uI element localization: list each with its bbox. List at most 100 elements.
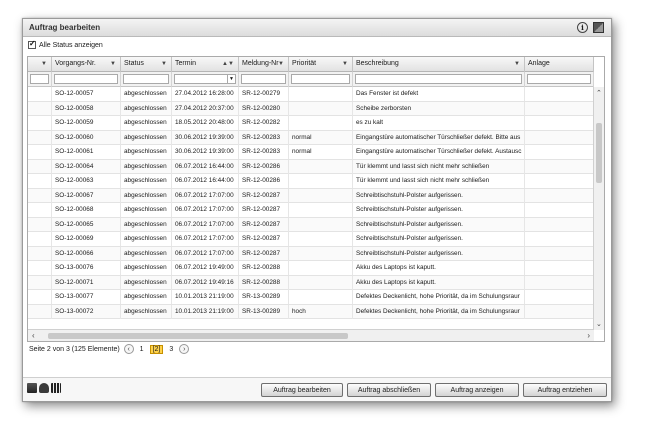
table-row[interactable]: SO-12-00067 abgeschlossen 06.07.2012 17:07… [28,188,594,203]
all-status-filter[interactable]: Alle Status anzeigen [28,39,103,49]
table-row[interactable]: SO-12-00057 abgeschlossen 27.04.2012 16:28… [28,87,594,102]
table-row[interactable]: SO-12-00065 abgeschlossen 06.07.2012 17:07… [28,217,594,232]
cell-col-vorgangs-nr: SO-13-00076 [52,261,121,275]
show-order-button[interactable]: Auftrag anzeigen [435,383,519,397]
column-menu-icon[interactable]: ▼ [41,61,47,67]
horizontal-scroll-thumb[interactable] [48,333,348,339]
cell-col-select [28,203,52,217]
filter-input-col-status[interactable] [123,74,169,84]
cell-col-meldung-nr: SR-13-00289 [239,304,289,319]
header-col-meldung-nr[interactable]: Meldung-Nr ▼ [239,57,289,72]
table-row[interactable]: SO-12-00069 abgeschlossen 06.07.2012 17:07… [28,232,594,247]
header-label: Status [124,60,144,67]
table-row[interactable]: SO-12-00059 abgeschlossen 18.05.2012 20:48… [28,116,594,131]
column-menu-icon[interactable]: ▼ [161,61,167,67]
cell-col-anlage [525,188,594,203]
table-row[interactable]: SO-13-00072 abgeschlossen 10.01.2013 21:19… [28,304,594,319]
filter-input-col-termin[interactable]: ▼ [174,74,236,84]
cell-col-prioritaet [289,174,353,188]
table-row[interactable]: SO-12-00058 abgeschlossen 27.04.2012 20:37… [28,101,594,116]
cell-col-status: abgeschlossen [121,232,172,246]
filter-input-col-beschreibung[interactable] [355,74,522,84]
column-menu-icon[interactable]: ▼ [278,61,284,67]
filter-cell: ▼ [172,72,239,87]
bottom-toolbar: Auftrag bearbeiten Auftrag abschließen A… [23,377,611,401]
header-col-prioritaet[interactable]: Priorität ▼ [289,57,353,72]
withdraw-order-button[interactable]: Auftrag entziehen [523,383,607,397]
column-menu-icon[interactable]: ▼ [514,61,520,67]
cell-col-status: abgeschlossen [121,101,172,116]
filter-cell [28,72,52,87]
date-dropdown-icon[interactable]: ▼ [227,75,235,83]
column-menu-icon[interactable]: ▼ [228,61,234,67]
resize-icon[interactable] [593,22,604,33]
close-order-button[interactable]: Auftrag abschließen [347,383,431,397]
table-row[interactable]: SO-12-00060 abgeschlossen 30.06.2012 19:39… [28,130,594,145]
scroll-left-icon[interactable]: ‹ [32,331,35,340]
edit-order-button[interactable]: Auftrag bearbeiten [261,383,343,397]
cell-col-beschreibung: Schreibtischstuhl-Polster aufgerissen. [353,246,525,261]
cell-col-select [28,275,52,290]
cell-col-beschreibung: Eingangstüre automatischer Türschließer … [353,130,525,145]
export-icon[interactable] [27,383,37,393]
table-row[interactable]: SO-12-00063 abgeschlossen 06.07.2012 16:44… [28,174,594,189]
page-1[interactable]: 1 [138,346,146,353]
window-title: Auftrag bearbeiten [29,23,101,32]
columns-icon[interactable] [51,383,61,393]
scroll-up-icon[interactable]: ⌃ [596,89,602,97]
cell-col-select [28,101,52,116]
table-row[interactable]: SO-12-00068 abgeschlossen 06.07.2012 17:07… [28,203,594,218]
filter-input-col-vorgangs-nr[interactable] [54,74,118,84]
table-row[interactable]: SO-13-00077 abgeschlossen 10.01.2013 21:19… [28,290,594,305]
vertical-scroll-thumb[interactable] [596,123,602,183]
next-page-icon[interactable]: › [179,344,190,354]
cell-col-select [28,232,52,246]
prev-page-icon[interactable]: ‹ [123,344,134,354]
cell-col-termin: 27.04.2012 16:28:00 [172,87,239,101]
cell-col-prioritaet [289,101,353,116]
header-label: Meldung-Nr [242,60,279,67]
scroll-down-icon[interactable]: ⌄ [596,320,602,328]
table-row[interactable]: SO-13-00076 abgeschlossen 06.07.2012 19:49… [28,261,594,276]
cell-col-beschreibung: Schreibtischstuhl-Polster aufgerissen. [353,232,525,246]
page-2-current[interactable]: [2] [149,344,164,354]
cell-col-select [28,261,52,275]
table-row[interactable]: SO-12-00064 abgeschlossen 06.07.2012 16:44… [28,159,594,174]
table-row[interactable]: SO-12-00061 abgeschlossen 30.06.2012 19:39… [28,145,594,160]
cell-col-status: abgeschlossen [121,145,172,159]
cell-col-select [28,130,52,145]
cell-col-prioritaet [289,116,353,130]
info-icon[interactable]: i [577,22,588,33]
filter-input-col-meldung-nr[interactable] [241,74,286,84]
scroll-right-icon[interactable]: › [587,331,590,340]
title-bar: Auftrag bearbeiten i [23,19,611,37]
header-label: Vorgangs-Nr. [55,60,96,67]
filter-input-col-select[interactable] [30,74,49,84]
column-menu-icon[interactable]: ▼ [342,61,348,67]
print-icon[interactable] [39,383,49,393]
dialog-window: Auftrag bearbeiten i Alle Status anzeige… [22,18,612,402]
header-col-select[interactable]: ▼ [28,57,52,72]
header-col-vorgangs-nr[interactable]: Vorgangs-Nr. ▼ [52,57,121,72]
filter-input-col-prioritaet[interactable] [291,74,350,84]
table-row[interactable]: SO-12-00071 abgeschlossen 06.07.2012 19:49… [28,275,594,290]
cell-col-select [28,145,52,159]
all-status-checkbox[interactable] [28,39,36,49]
cell-col-vorgangs-nr: SO-12-00059 [52,116,121,130]
table-row[interactable]: SO-12-00066 abgeschlossen 06.07.2012 17:07… [28,246,594,261]
filter-input-col-anlage[interactable] [527,74,591,84]
header-col-beschreibung[interactable]: Beschreibung ▼ [353,57,525,72]
header-col-anlage[interactable]: Anlage [525,57,594,72]
cell-col-termin: 18.05.2012 20:48:00 [172,116,239,130]
cell-col-beschreibung: Defektes Deckenlicht, hohe Priorität, da… [353,290,525,304]
column-menu-icon[interactable]: ▼ [110,61,116,67]
cell-col-select [28,217,52,232]
cell-col-beschreibung: Akku des Laptops ist kaputt. [353,261,525,275]
page-3[interactable]: 3 [167,346,175,353]
cell-col-status: abgeschlossen [121,116,172,130]
vertical-scrollbar[interactable]: ⌃ ⌄ [593,87,604,330]
cell-col-termin: 06.07.2012 17:07:00 [172,217,239,232]
header-col-termin[interactable]: Termin ▼ ▲ [172,57,239,72]
horizontal-scrollbar[interactable]: ‹ › [28,329,594,341]
header-col-status[interactable]: Status ▼ [121,57,172,72]
